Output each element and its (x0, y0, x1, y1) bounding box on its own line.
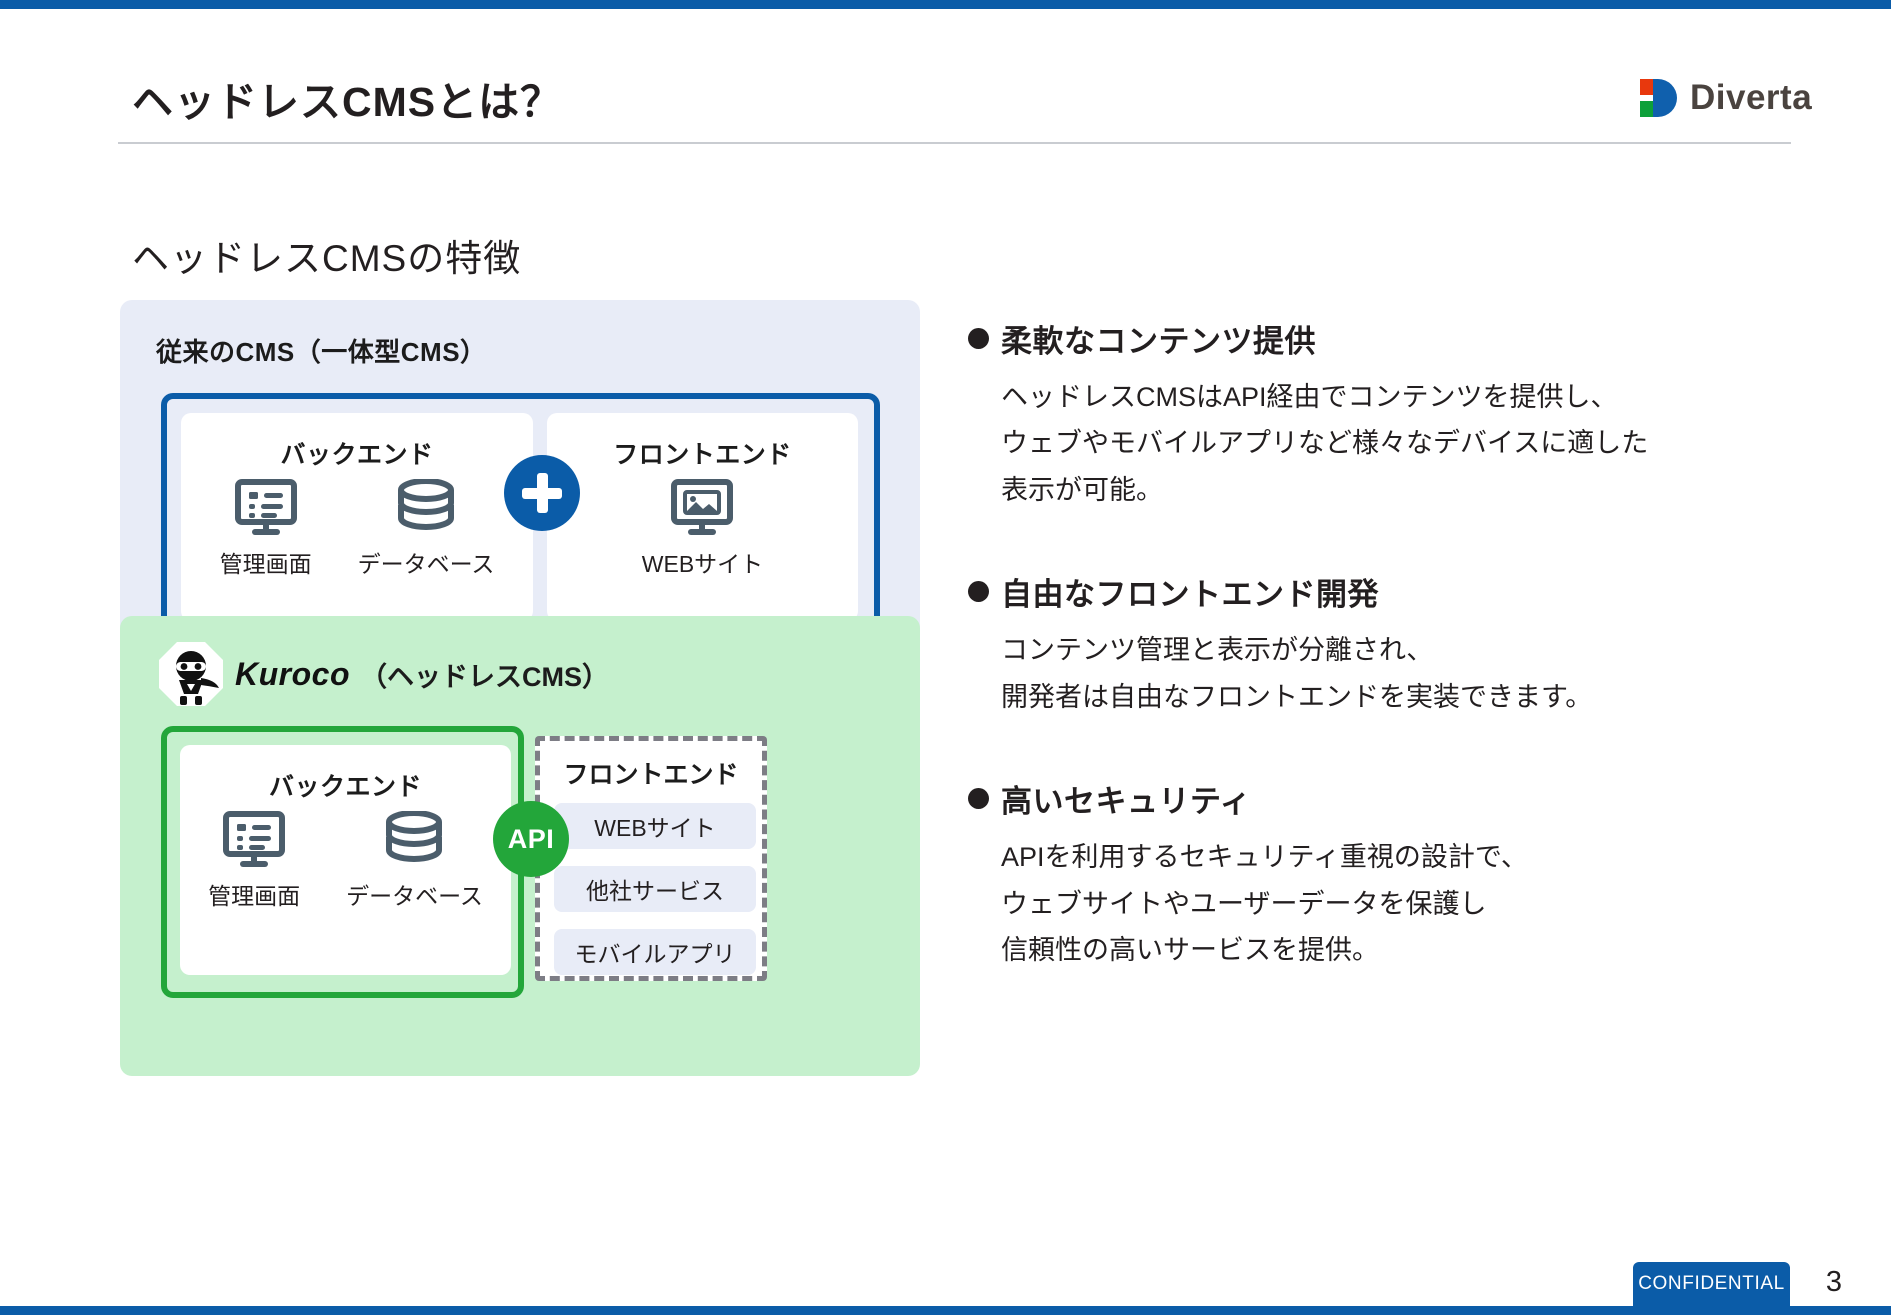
feature-title-text: 高いセキュリティ (1001, 784, 1252, 820)
frontend-chip-website: WEBサイト (554, 803, 756, 849)
traditional-frontend-label: フロントエンド (613, 441, 792, 469)
headless-frontend-label: フロントエンド (563, 761, 739, 789)
page-title: ヘッドレスCMSとは？ (132, 79, 563, 125)
frontend-chip-third-party: 他社サービス (554, 866, 756, 912)
website-caption: WEBサイト (641, 551, 764, 577)
feature-title-row: 自由なフロントエンド開発 (968, 569, 1768, 614)
traditional-frontend-icons: WEBサイト (547, 479, 858, 579)
database-item: データベース (357, 479, 495, 579)
kuroco-brand-row: Kuroco （ヘッドレスCMS） (157, 640, 609, 708)
feature-item: 高いセキュリティ APIを利用するセキュリティ重視の設計で、 ウェブサイトやユー… (968, 776, 1768, 973)
feature-body-line: APIを利用するセキュリティ重視の設計で、 (1001, 842, 1528, 873)
confidential-badge: CONFIDENTIAL (1633, 1262, 1790, 1306)
database-item: データベース (346, 811, 483, 911)
database-icon (397, 479, 454, 530)
traditional-frontend-card: フロントエンド WEBサイト (547, 413, 858, 621)
feature-body-line: コンテンツ管理と表示が分離され、 (1001, 635, 1434, 666)
traditional-cms-title: 従来のCMS（一体型CMS） (156, 337, 487, 367)
bullet-dot-icon (968, 581, 989, 603)
kuroco-ninja-logo-icon (157, 640, 225, 708)
monitor-list-icon (234, 479, 297, 535)
feature-body-line: 開発者は自由なフロントエンドを実装できます。 (1001, 681, 1593, 712)
headless-frontend-box: フロントエンド WEBサイト 他社サービス モバイルアプリ (535, 736, 767, 981)
traditional-backend-card: バックエンド 管理画面 データベース (181, 413, 533, 621)
admin-screen-item: 管理画面 (208, 811, 300, 911)
section-heading: ヘッドレスCMSの特徴 (132, 238, 522, 279)
feature-body: ヘッドレスCMSはAPI経由でコンテンツを提供し、 ウェブやモバイルアプリなど様… (1001, 374, 1768, 513)
traditional-cms-inner-box: バックエンド 管理画面 データベース フロントエンド WEBサイト (161, 393, 880, 642)
feature-title-text: 自由なフロントエンド開発 (1001, 577, 1379, 613)
feature-item: 柔軟なコンテンツ提供 ヘッドレスCMSはAPI経由でコンテンツを提供し、 ウェブ… (968, 316, 1768, 513)
database-caption: データベース (357, 551, 495, 577)
headless-backend-icons: 管理画面 データベース (180, 811, 511, 911)
headless-backend-label: バックエンド (268, 773, 422, 801)
feature-item: 自由なフロントエンド開発 コンテンツ管理と表示が分離され、 開発者は自由なフロン… (968, 569, 1768, 720)
feature-body-line: ヘッドレスCMSはAPI経由でコンテンツを提供し、 (1001, 382, 1618, 412)
admin-screen-item: 管理画面 (220, 479, 312, 579)
monitor-image-icon (671, 479, 734, 535)
bullet-dot-icon (968, 788, 989, 810)
logo-wordmark: Diverta (1690, 78, 1813, 117)
bottom-accent-bar (0, 1306, 1891, 1315)
feature-body-line: 表示が可能。 (1001, 474, 1163, 505)
features-list: 柔軟なコンテンツ提供 ヘッドレスCMSはAPI経由でコンテンツを提供し、 ウェブ… (968, 316, 1768, 1030)
feature-body-line: 信頼性の高いサービスを提供。 (1001, 935, 1379, 966)
admin-screen-caption: 管理画面 (219, 551, 312, 577)
feature-title-row: 柔軟なコンテンツ提供 (968, 316, 1768, 361)
api-badge: API (493, 801, 569, 877)
database-icon (386, 811, 443, 862)
logo-blue-d-icon (1653, 79, 1677, 117)
traditional-backend-label: バックエンド (280, 441, 434, 469)
kuroco-suffix-label: （ヘッドレスCMS） (360, 661, 609, 692)
feature-title-row: 高いセキュリティ (968, 776, 1768, 821)
diverta-logo-mark (1640, 79, 1677, 117)
page-number: 3 (1825, 1266, 1842, 1298)
database-caption: データベース (346, 883, 483, 909)
admin-screen-caption: 管理画面 (208, 883, 301, 909)
plus-badge-icon (504, 455, 580, 531)
website-item: WEBサイト (642, 479, 763, 579)
feature-title-text: 柔軟なコンテンツ提供 (1001, 324, 1316, 359)
headless-backend-box: バックエンド 管理画面 データベース (161, 726, 524, 998)
header-divider (118, 142, 1791, 144)
top-accent-bar (0, 0, 1891, 9)
feature-body: APIを利用するセキュリティ重視の設計で、 ウェブサイトやユーザーデータを保護し… (1001, 834, 1768, 973)
headless-cms-panel: Kuroco （ヘッドレスCMS） バックエンド 管理画面 データベース API… (120, 616, 920, 1076)
kuroco-wordmark: Kuroco (235, 655, 350, 692)
monitor-list-icon (223, 811, 286, 867)
bullet-dot-icon (968, 328, 989, 349)
diverta-logo: Diverta (1640, 78, 1812, 118)
headless-backend-card: バックエンド 管理画面 データベース (180, 745, 511, 975)
feature-body: コンテンツ管理と表示が分離され、 開発者は自由なフロントエンドを実装できます。 (1001, 627, 1768, 720)
frontend-chip-mobile-app: モバイルアプリ (554, 929, 756, 975)
feature-body-line: ウェブサイトやユーザーデータを保護し (1001, 888, 1487, 919)
feature-body-line: ウェブやモバイルアプリなど様々なデバイスに適した (1001, 428, 1649, 459)
traditional-backend-icons: 管理画面 データベース (181, 479, 533, 579)
